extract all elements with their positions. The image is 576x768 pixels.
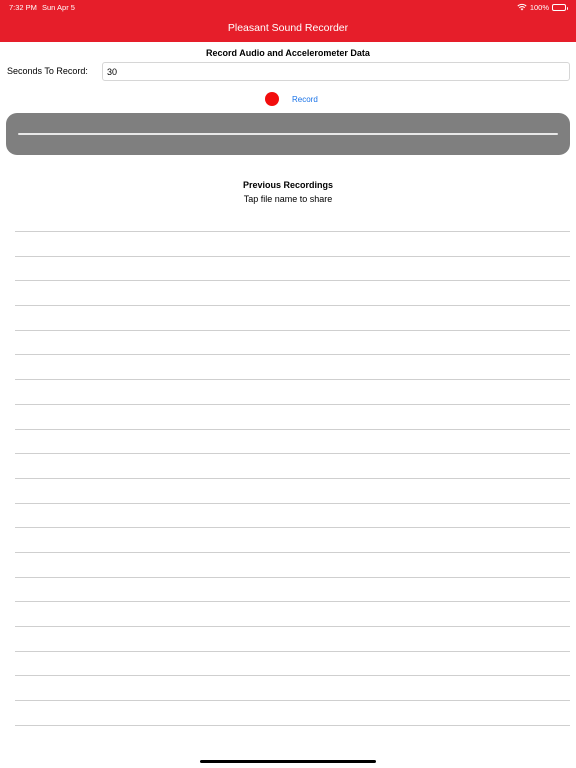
recording-list-item[interactable] xyxy=(15,403,570,429)
recording-list-item[interactable] xyxy=(15,675,570,700)
recording-list-item[interactable] xyxy=(15,280,570,305)
recording-list-item[interactable] xyxy=(15,354,570,379)
recordings-list xyxy=(15,231,570,749)
record-section-title: Record Audio and Accelerometer Data xyxy=(206,48,370,58)
status-indicators: 100% xyxy=(517,2,568,12)
recording-list-item[interactable] xyxy=(15,329,570,355)
recording-level-panel xyxy=(6,113,570,155)
recording-list-item[interactable] xyxy=(15,231,570,256)
recording-list-item[interactable] xyxy=(15,453,570,478)
recording-list-item[interactable] xyxy=(15,477,570,503)
battery-icon xyxy=(552,3,568,11)
record-button[interactable]: Record xyxy=(292,95,318,104)
seconds-to-record-input[interactable] xyxy=(102,62,570,81)
seconds-to-record-label: Seconds To Record: xyxy=(7,66,88,76)
navigation-header: 7:32 PM Sun Apr 5 100% Pleasant Sound Re… xyxy=(0,0,576,42)
recording-list-item[interactable] xyxy=(15,379,570,404)
home-indicator xyxy=(200,760,376,763)
recording-list-item[interactable] xyxy=(15,502,570,528)
recording-list-item[interactable] xyxy=(15,255,570,281)
recording-list-item[interactable] xyxy=(15,428,570,454)
recording-list-item[interactable] xyxy=(15,551,570,577)
recording-list-item[interactable] xyxy=(15,601,570,626)
previous-recordings-title: Previous Recordings xyxy=(242,180,334,190)
recording-list-item[interactable] xyxy=(15,576,570,602)
recording-list-item[interactable] xyxy=(15,305,570,330)
record-indicator-icon xyxy=(265,92,279,106)
recording-progress-bar xyxy=(18,133,558,135)
status-bar: 7:32 PM Sun Apr 5 100% xyxy=(0,0,576,14)
recording-list-item[interactable] xyxy=(15,626,570,651)
status-date: Sun Apr 5 xyxy=(42,3,75,12)
recording-list-item[interactable] xyxy=(15,650,570,676)
battery-percent: 100% xyxy=(529,2,549,12)
wifi-icon xyxy=(517,3,527,11)
recording-list-item[interactable] xyxy=(15,724,570,750)
previous-recordings-hint: Tap file name to share xyxy=(243,194,333,204)
recording-list-item[interactable] xyxy=(15,527,570,552)
recording-list-item[interactable] xyxy=(15,700,570,725)
app-title: Pleasant Sound Recorder xyxy=(227,22,349,34)
status-time: 7:32 PM xyxy=(9,3,37,12)
